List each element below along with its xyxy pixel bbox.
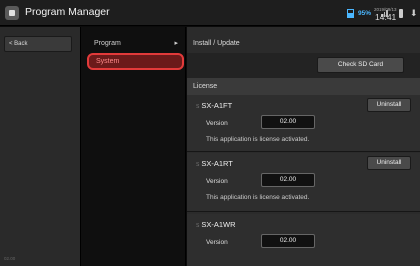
navigation-panel: Program ▸ System <box>80 27 186 266</box>
version-field: 02.00 <box>261 173 315 187</box>
license-status: This application is license activated. <box>206 136 310 143</box>
app-icon <box>5 6 19 20</box>
nav-item-program[interactable]: Program ▸ <box>87 35 184 52</box>
battery-percent: 95% <box>358 10 372 17</box>
version-field: 02.00 <box>261 234 315 248</box>
main-content: Install / Update Check SD Card License S… <box>187 27 420 266</box>
check-sd-card-button[interactable]: Check SD Card <box>317 57 404 73</box>
license-tag-icon: S <box>196 223 200 229</box>
back-button[interactable]: < Back <box>4 36 72 52</box>
app-title: Program Manager <box>25 6 110 18</box>
version-label: Version <box>206 239 228 246</box>
sd-card-icon <box>399 9 403 18</box>
status-time: 14:41 <box>375 12 397 22</box>
version-label: Version <box>206 178 228 185</box>
license-item: S SX-A1WR Version 02.00 <box>187 214 420 266</box>
license-name: S SX-A1FT <box>196 101 233 110</box>
nav-item-label: System <box>96 58 120 65</box>
license-tag-icon: S <box>196 162 200 168</box>
nav-item-label: Program <box>94 40 121 47</box>
nav-item-system[interactable]: System <box>87 53 184 70</box>
uninstall-button[interactable]: Uninstall <box>367 156 411 170</box>
footer-version: 02.00 <box>4 256 16 261</box>
license-item: S SX-A1RT Uninstall Version 02.00 This ap… <box>187 153 420 212</box>
uninstall-button[interactable]: Uninstall <box>367 98 411 112</box>
license-item: S SX-A1FT Uninstall Version 02.00 This ap… <box>187 95 420 152</box>
license-tag-icon: S <box>196 104 200 110</box>
license-name: S SX-A1WR <box>196 220 236 229</box>
battery-icon <box>347 9 354 18</box>
license-section-header: License <box>187 78 420 95</box>
title-bar: Program Manager 95% 2019/09/13 14:41 ⬇ <box>0 0 420 26</box>
version-field: 02.00 <box>261 115 315 129</box>
version-label: Version <box>206 120 228 127</box>
install-section-header: Install / Update <box>193 40 240 47</box>
pin-icon[interactable]: ⬇ <box>410 8 418 19</box>
left-panel <box>0 27 80 266</box>
license-status: This application is license activated. <box>206 194 310 201</box>
chevron-right-icon: ▸ <box>174 40 178 47</box>
license-name: S SX-A1RT <box>196 159 233 168</box>
